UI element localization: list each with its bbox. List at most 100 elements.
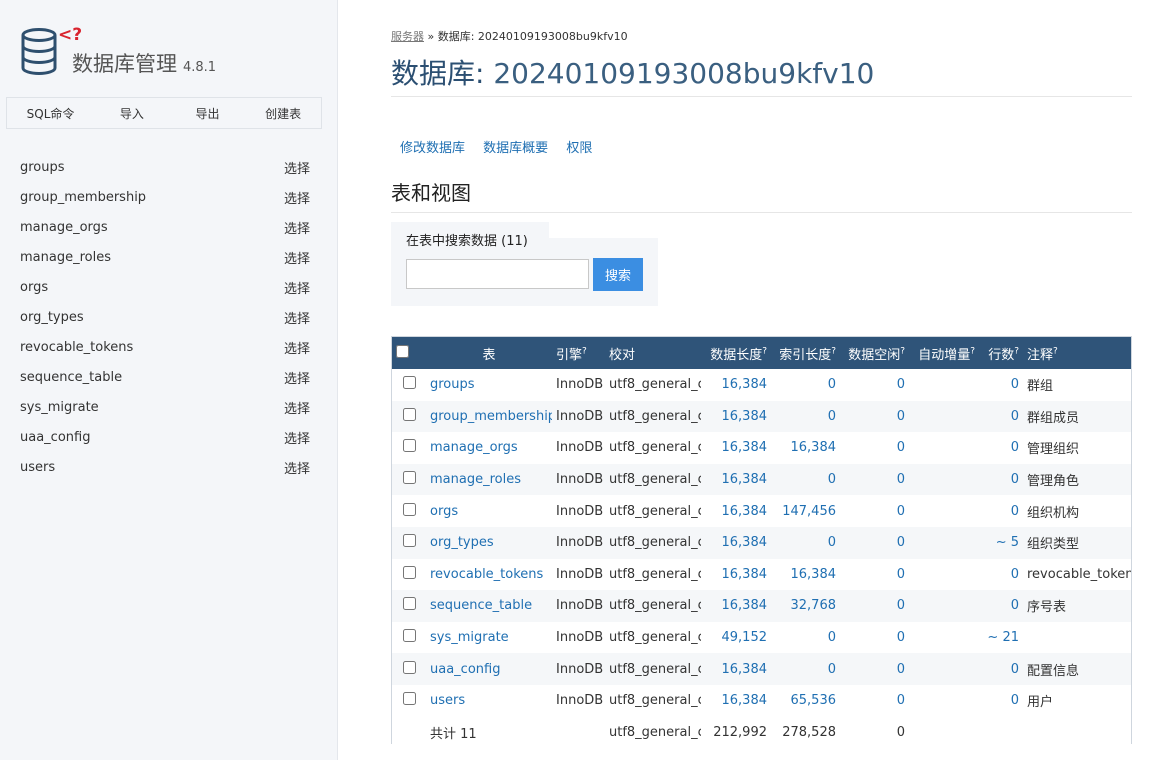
- alter-database-link[interactable]: 修改数据库: [400, 141, 465, 156]
- rows-link[interactable]: 0: [1011, 377, 1019, 392]
- data-free-link[interactable]: 0: [897, 693, 905, 708]
- data-free-link[interactable]: 0: [897, 535, 905, 550]
- row-checkbox[interactable]: [402, 629, 416, 643]
- help-icon[interactable]: ?: [1014, 346, 1019, 356]
- sidebar-select-link[interactable]: 选择: [284, 218, 310, 237]
- rows-link[interactable]: 0: [1011, 567, 1019, 582]
- data-length-link[interactable]: 16,384: [722, 693, 768, 708]
- sidebar-select-link[interactable]: 选择: [284, 308, 310, 327]
- rows-link[interactable]: 0: [1011, 693, 1019, 708]
- table-name-link[interactable]: orgs: [430, 504, 458, 519]
- header-table[interactable]: 表: [426, 337, 552, 369]
- index-length-link[interactable]: 0: [828, 409, 836, 424]
- sidebar-table-link[interactable]: org_types: [20, 310, 84, 325]
- row-checkbox[interactable]: [402, 565, 416, 579]
- sidebar-select-link[interactable]: 选择: [284, 338, 310, 357]
- data-length-link[interactable]: 16,384: [722, 504, 768, 519]
- search-button[interactable]: 搜索: [593, 258, 643, 291]
- sidebar-select-link[interactable]: 选择: [284, 158, 310, 177]
- help-icon[interactable]: ?: [582, 346, 587, 356]
- data-length-link[interactable]: 16,384: [722, 567, 768, 582]
- row-checkbox[interactable]: [402, 502, 416, 516]
- data-length-link[interactable]: 16,384: [722, 472, 768, 487]
- sidebar-select-link[interactable]: 选择: [284, 188, 310, 207]
- sidebar-table-link[interactable]: groups: [20, 160, 65, 175]
- create-table-link[interactable]: 创建表: [245, 105, 321, 122]
- data-length-link[interactable]: 16,384: [722, 440, 768, 455]
- index-length-link[interactable]: 65,536: [791, 693, 837, 708]
- header-collation[interactable]: 校对: [605, 337, 701, 369]
- row-checkbox[interactable]: [402, 439, 416, 453]
- sidebar-table-link[interactable]: uaa_config: [20, 430, 90, 445]
- header-data-free[interactable]: 数据空闲?: [840, 337, 909, 369]
- sidebar-select-link[interactable]: 选择: [284, 278, 310, 297]
- rows-link[interactable]: 0: [1011, 409, 1019, 424]
- sidebar-select-link[interactable]: 选择: [284, 248, 310, 267]
- header-rows[interactable]: 行数?: [979, 337, 1023, 369]
- sidebar-select-link[interactable]: 选择: [284, 458, 310, 477]
- sidebar-table-link[interactable]: sequence_table: [20, 370, 122, 385]
- table-name-link[interactable]: users: [430, 693, 465, 708]
- data-length-link[interactable]: 16,384: [722, 662, 768, 677]
- sidebar-select-link[interactable]: 选择: [284, 428, 310, 447]
- data-free-link[interactable]: 0: [897, 630, 905, 645]
- row-checkbox[interactable]: [402, 534, 416, 548]
- sidebar-select-link[interactable]: 选择: [284, 398, 310, 417]
- row-checkbox[interactable]: [402, 376, 416, 390]
- breadcrumb-server-link[interactable]: 服务器: [391, 30, 424, 43]
- privileges-link[interactable]: 权限: [566, 141, 592, 156]
- index-length-link[interactable]: 147,456: [782, 504, 836, 519]
- rows-link[interactable]: ~ 21: [987, 630, 1019, 645]
- sql-command-link[interactable]: SQL命令: [7, 105, 94, 122]
- header-data-length[interactable]: 数据长度?: [701, 337, 771, 369]
- sidebar-table-link[interactable]: revocable_tokens: [20, 340, 133, 355]
- row-checkbox[interactable]: [402, 597, 416, 611]
- data-length-link[interactable]: 16,384: [722, 535, 768, 550]
- sidebar-select-link[interactable]: 选择: [284, 368, 310, 387]
- data-length-link[interactable]: 16,384: [722, 409, 768, 424]
- search-input[interactable]: [406, 259, 589, 289]
- index-length-link[interactable]: 32,768: [791, 598, 837, 613]
- table-name-link[interactable]: uaa_config: [430, 662, 500, 677]
- index-length-link[interactable]: 0: [828, 472, 836, 487]
- data-free-link[interactable]: 0: [897, 377, 905, 392]
- data-free-link[interactable]: 0: [897, 598, 905, 613]
- row-checkbox[interactable]: [402, 407, 416, 421]
- table-name-link[interactable]: sequence_table: [430, 598, 532, 613]
- rows-link[interactable]: 0: [1011, 504, 1019, 519]
- index-length-link[interactable]: 16,384: [791, 567, 837, 582]
- help-icon[interactable]: ?: [831, 346, 836, 356]
- data-length-link[interactable]: 16,384: [722, 598, 768, 613]
- index-length-link[interactable]: 16,384: [791, 440, 837, 455]
- import-link[interactable]: 导入: [94, 105, 170, 122]
- data-free-link[interactable]: 0: [897, 472, 905, 487]
- table-name-link[interactable]: sys_migrate: [430, 630, 509, 645]
- table-name-link[interactable]: group_membership: [430, 409, 552, 424]
- data-free-link[interactable]: 0: [897, 440, 905, 455]
- index-length-link[interactable]: 0: [828, 377, 836, 392]
- sidebar-table-link[interactable]: manage_orgs: [20, 220, 108, 235]
- sidebar-table-link[interactable]: sys_migrate: [20, 400, 99, 415]
- logo[interactable]: <? 数据库管理 4.8.1: [20, 26, 340, 86]
- header-index-length[interactable]: 索引长度?: [771, 337, 840, 369]
- rows-link[interactable]: 0: [1011, 598, 1019, 613]
- data-length-link[interactable]: 16,384: [722, 377, 768, 392]
- data-length-link[interactable]: 49,152: [722, 630, 768, 645]
- select-all-checkbox[interactable]: [396, 344, 409, 358]
- index-length-link[interactable]: 0: [828, 535, 836, 550]
- data-free-link[interactable]: 0: [897, 409, 905, 424]
- help-icon[interactable]: ?: [762, 346, 767, 356]
- sidebar-table-link[interactable]: group_membership: [20, 190, 146, 205]
- database-schema-link[interactable]: 数据库概要: [483, 141, 548, 156]
- rows-link[interactable]: 0: [1011, 472, 1019, 487]
- index-length-link[interactable]: 0: [828, 662, 836, 677]
- data-free-link[interactable]: 0: [897, 504, 905, 519]
- sidebar-table-link[interactable]: manage_roles: [20, 250, 111, 265]
- help-icon[interactable]: ?: [1053, 346, 1058, 356]
- table-name-link[interactable]: manage_roles: [430, 472, 521, 487]
- sidebar-table-link[interactable]: users: [20, 460, 55, 475]
- index-length-link[interactable]: 0: [828, 630, 836, 645]
- row-checkbox[interactable]: [402, 660, 416, 674]
- header-engine[interactable]: 引擎?: [552, 337, 605, 369]
- table-name-link[interactable]: org_types: [430, 535, 494, 550]
